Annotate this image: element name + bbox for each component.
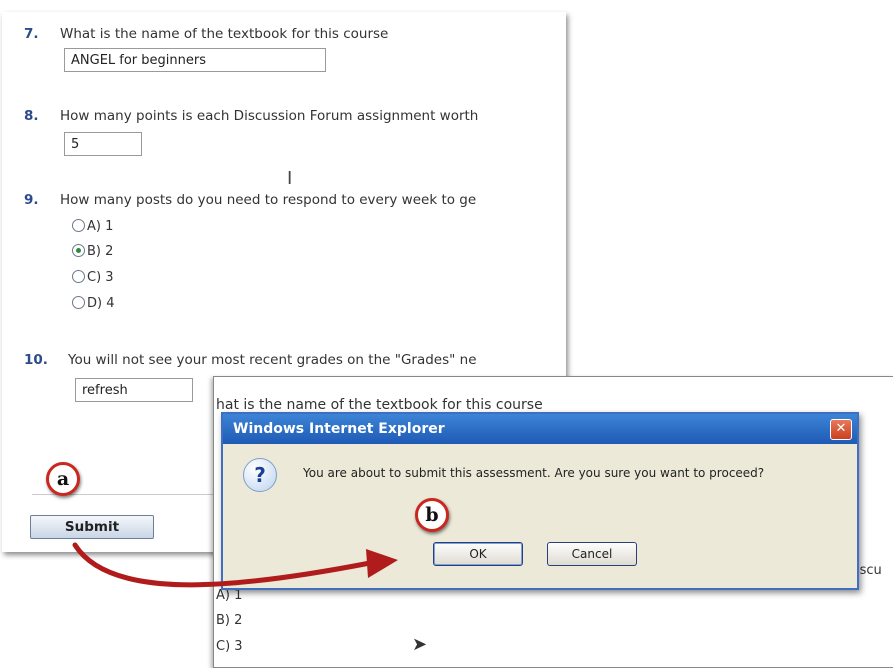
question-8-answer-field[interactable]: 5: [64, 132, 142, 156]
background-option-b: B) 2: [216, 613, 243, 628]
option-b-label: B) 2: [87, 244, 114, 259]
background-option-c: C) 3: [216, 639, 243, 654]
background-question-text: hat is the name of the textbook for this…: [216, 397, 543, 413]
close-icon[interactable]: ✕: [830, 419, 852, 440]
question-9-text: How many posts do you need to respond to…: [60, 192, 477, 208]
confirm-dialog: Windows Internet Explorer ✕ ? You are ab…: [221, 412, 859, 590]
submit-button[interactable]: Submit: [30, 515, 154, 539]
dialog-message: You are about to submit this assessment.…: [303, 466, 765, 480]
question-8: 8. How many points is each Discussion For…: [24, 108, 478, 124]
question-10-text: You will not see your most recent grades…: [68, 352, 477, 368]
option-d[interactable]: D) 4: [72, 296, 115, 311]
ok-button[interactable]: OK: [433, 542, 523, 566]
radio-selected-icon[interactable]: [72, 244, 85, 257]
question-9-number: 9.: [24, 192, 39, 208]
cancel-button[interactable]: Cancel: [547, 542, 637, 566]
question-10: 10. You will not see your most recent gra…: [24, 352, 477, 368]
dialog-title: Windows Internet Explorer: [223, 414, 857, 444]
radio-icon[interactable]: [72, 270, 85, 283]
annotation-badge-b: b: [415, 498, 449, 532]
option-b[interactable]: B) 2: [72, 244, 113, 259]
radio-icon[interactable]: [72, 296, 85, 309]
annotation-badge-a: a: [46, 462, 80, 496]
option-a-label: A) 1: [87, 219, 114, 234]
option-d-label: D) 4: [87, 296, 115, 311]
background-option-a: A) 1: [216, 588, 243, 603]
question-7-number: 7.: [24, 26, 39, 42]
question-10-number: 10.: [24, 352, 48, 368]
question-icon: ?: [243, 458, 277, 492]
mouse-pointer-icon: ➤: [412, 634, 428, 655]
question-8-text: How many points is each Discussion Forum…: [60, 108, 479, 124]
question-8-number: 8.: [24, 108, 39, 124]
option-a[interactable]: A) 1: [72, 219, 113, 234]
option-c[interactable]: C) 3: [72, 270, 114, 285]
question-10-answer-field[interactable]: refresh: [75, 378, 193, 402]
text-cursor-icon: I: [287, 168, 293, 189]
background-partial-text: iscu: [856, 563, 882, 578]
question-7-answer-field[interactable]: ANGEL for beginners: [64, 48, 326, 72]
radio-icon[interactable]: [72, 219, 85, 232]
question-9: 9. How many posts do you need to respond …: [24, 192, 476, 208]
question-7-text: What is the name of the textbook for thi…: [60, 26, 389, 42]
option-c-label: C) 3: [87, 270, 114, 285]
question-7: 7. What is the name of the textbook for t…: [24, 26, 388, 42]
